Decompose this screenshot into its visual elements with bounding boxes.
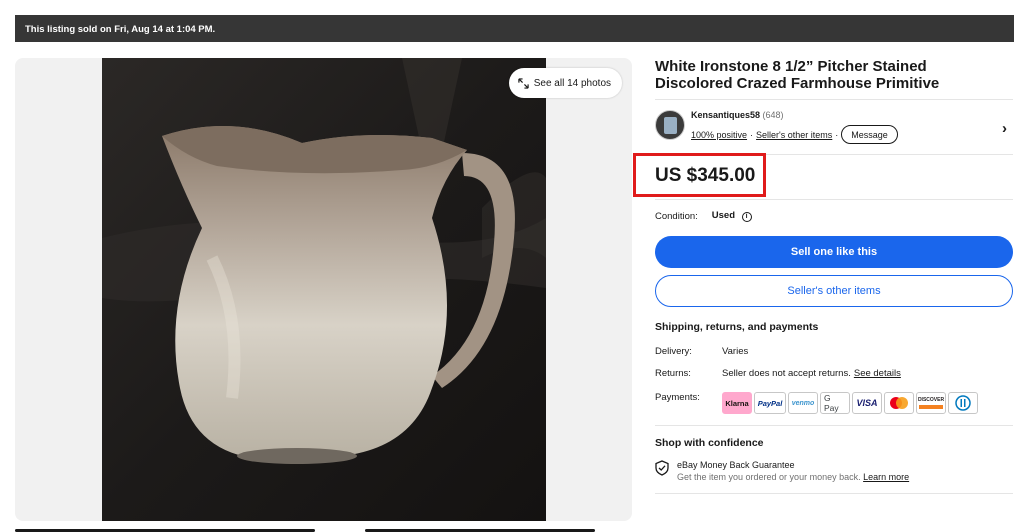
seller-avatar[interactable]: [655, 110, 685, 140]
visa-icon: VISA: [852, 392, 882, 414]
klarna-icon: Klarna: [722, 392, 752, 414]
shield-check-icon: [655, 460, 669, 476]
payments-label: Payments:: [655, 392, 700, 403]
returns-label: Returns:: [655, 368, 691, 379]
sold-banner-text: This listing sold on Fri, Aug 14 at 1:04…: [25, 24, 216, 35]
item-photo[interactable]: [102, 58, 546, 521]
returns-row: Returns: Seller does not accept returns.…: [655, 368, 901, 379]
info-icon[interactable]: i: [741, 212, 752, 222]
returns-value: Seller does not accept returns.: [722, 368, 851, 379]
seller-card[interactable]: Kensantiques58 (648) 100% positive · Sel…: [655, 99, 1013, 155]
delivery-value: Varies: [722, 346, 749, 357]
see-details-link[interactable]: See details: [854, 368, 901, 379]
money-back-guarantee: eBay Money Back Guarantee Get the item y…: [677, 459, 909, 483]
delivery-row: Delivery: Varies: [655, 346, 748, 357]
seller-links: 100% positive · Seller's other items · M…: [691, 125, 898, 144]
learn-more-link[interactable]: Learn more: [863, 472, 909, 482]
sell-one-like-this-button[interactable]: Sell one like this: [655, 236, 1013, 268]
seller-name[interactable]: Kensantiques58: [691, 110, 760, 120]
shipping-heading: Shipping, returns, and payments: [655, 321, 819, 333]
seller-name-row: Kensantiques58 (648): [691, 110, 784, 120]
chevron-right-icon[interactable]: ›: [1002, 120, 1007, 137]
seller-positive-link[interactable]: 100% positive: [691, 130, 747, 140]
price: US $345.00: [655, 165, 756, 186]
divider: [655, 425, 1013, 426]
delivery-label: Delivery:: [655, 346, 692, 357]
see-all-photos-button[interactable]: See all 14 photos: [508, 68, 622, 98]
listing-title: White Ironstone 8 1/2” Pitcher Stained D…: [655, 58, 940, 92]
condition-row: Condition: Used i: [655, 210, 752, 222]
seller-feedback-count: (648): [762, 110, 784, 120]
discover-label: DISCOVER: [917, 397, 945, 403]
divider: [655, 199, 1013, 200]
separator: ·: [835, 129, 839, 140]
separator: ·: [750, 129, 754, 140]
mastercard-icon: [884, 392, 914, 414]
see-all-photos-label: See all 14 photos: [533, 77, 611, 89]
condition-value: Used: [711, 210, 736, 221]
expand-icon: [518, 77, 529, 89]
discover-icon: DISCOVER: [916, 392, 946, 414]
guarantee-text: Get the item you ordered or your money b…: [677, 472, 861, 482]
confidence-heading: Shop with confidence: [655, 437, 764, 449]
payments-row: Payments: Klarna PayPal venmo G Pay VISA…: [655, 392, 978, 414]
payment-methods: Klarna PayPal venmo G Pay VISA DISCOVER: [722, 392, 978, 414]
listing-details: White Ironstone 8 1/2” Pitcher Stained D…: [633, 58, 1013, 494]
divider: [655, 493, 1013, 494]
sellers-other-items-button[interactable]: Seller's other items: [655, 275, 1013, 307]
condition-label: Condition:: [655, 210, 698, 222]
venmo-icon: venmo: [788, 392, 818, 414]
guarantee-title: eBay Money Back Guarantee: [677, 460, 795, 470]
google-pay-icon: G Pay: [820, 392, 850, 414]
photo-gallery[interactable]: See all 14 photos: [15, 58, 632, 521]
paypal-icon: PayPal: [754, 392, 786, 414]
pitcher-image: [102, 58, 546, 521]
seller-other-items-link[interactable]: Seller's other items: [756, 130, 832, 140]
diners-club-icon: [948, 392, 978, 414]
message-button[interactable]: Message: [841, 125, 898, 144]
sold-banner: This listing sold on Fri, Aug 14 at 1:04…: [15, 15, 1014, 42]
